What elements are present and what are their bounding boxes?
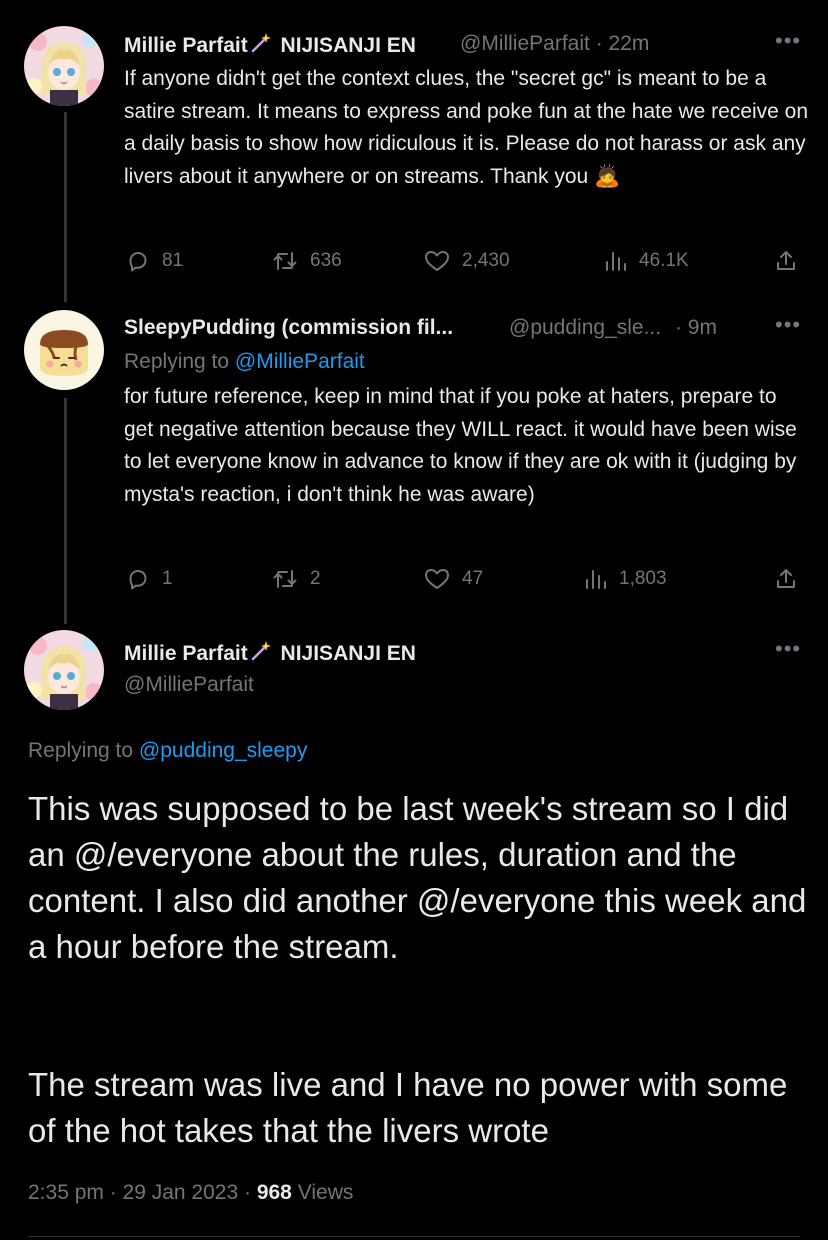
author-meta: @MillieParfait · 22m — [460, 32, 649, 56]
reply-target-link[interactable]: @pudding_sleepy — [139, 739, 307, 762]
avatar[interactable] — [24, 310, 104, 390]
reply-count: 81 — [162, 250, 184, 271]
views-count: 968 — [256, 1181, 292, 1204]
retweet-icon — [273, 570, 297, 588]
retweet-count: 2 — [310, 568, 321, 589]
tweet-text-paragraph: The stream was live and I have no power … — [28, 1066, 788, 1149]
avatar[interactable] — [24, 26, 104, 106]
author-display-name: Millie Parfait — [124, 642, 248, 665]
reply-target-link[interactable]: @MillieParfait — [235, 350, 365, 373]
views-icon — [606, 252, 626, 271]
views-button[interactable]: 1,803 — [583, 567, 667, 591]
tweet-text: If anyone didn't get the context clues, … — [124, 67, 809, 188]
more-icon[interactable]: ••• — [775, 636, 801, 662]
author-affiliation: NIJISANJI EN — [280, 642, 416, 665]
more-icon[interactable]: ••• — [775, 28, 801, 54]
tweet-time[interactable]: · 22m — [596, 32, 650, 55]
wand-icon — [250, 640, 272, 668]
author-affiliation: NIJISANJI EN — [280, 34, 416, 57]
reply-button[interactable]: 81 — [126, 249, 183, 273]
views-label: Views — [297, 1181, 354, 1204]
share-button[interactable] — [774, 249, 810, 273]
share-button[interactable] — [774, 567, 810, 591]
retweet-icon — [273, 252, 297, 270]
views-icon — [586, 570, 606, 589]
like-count: 47 — [462, 568, 484, 589]
author-name[interactable]: SleepyPudding (commission fil... — [124, 316, 453, 340]
avatar[interactable] — [24, 630, 104, 710]
like-count: 2,430 — [462, 250, 510, 271]
tweet-time[interactable]: · 9m — [675, 316, 717, 339]
like-button[interactable]: 47 — [424, 567, 483, 591]
thread-line — [64, 112, 67, 302]
reply-button[interactable]: 1 — [126, 567, 173, 591]
timestamp-date[interactable]: 2:35 pm · 29 Jan 2023 · — [28, 1181, 251, 1204]
view-count: 46.1K — [639, 250, 689, 271]
replying-label: Replying to — [28, 739, 134, 762]
wand-icon — [250, 32, 272, 60]
reply-count: 1 — [162, 568, 173, 589]
author-handle[interactable]: @MillieParfait — [124, 673, 254, 697]
author-name[interactable]: Millie Parfait NIJISANJI EN — [124, 32, 416, 60]
like-icon — [425, 569, 449, 589]
author-handle[interactable]: @MillieParfait — [460, 32, 590, 55]
author-display-name: Millie Parfait — [124, 34, 248, 57]
view-count: 1,803 — [619, 568, 667, 589]
replying-to: Replying to @pudding_sleepy — [28, 739, 307, 763]
like-button[interactable]: 2,430 — [424, 249, 510, 273]
tweet-timestamp: 2:35 pm · 29 Jan 2023 · 968 Views — [28, 1181, 353, 1205]
retweet-button[interactable]: 636 — [272, 249, 342, 273]
like-icon — [425, 251, 449, 271]
divider — [28, 1236, 800, 1237]
tweet-text-paragraph: This was supposed to be last week's stre… — [28, 790, 807, 965]
author-name[interactable]: Millie Parfait NIJISANJI EN — [124, 640, 416, 668]
retweet-count: 636 — [310, 250, 342, 271]
share-icon — [777, 569, 795, 588]
reply-icon — [129, 252, 147, 272]
replying-to: Replying to @MillieParfait — [124, 350, 365, 374]
reply-icon — [129, 570, 147, 590]
more-icon[interactable]: ••• — [775, 312, 801, 338]
share-icon — [777, 251, 795, 270]
author-meta: @pudding_sle... · 9m — [509, 316, 717, 340]
retweet-button[interactable]: 2 — [272, 567, 321, 591]
replying-label: Replying to — [124, 350, 230, 373]
views-button[interactable]: 46.1K — [603, 249, 689, 273]
thread-line — [64, 398, 67, 624]
author-handle[interactable]: @pudding_sle... — [509, 316, 661, 339]
tweet-text: for future reference, keep in mind that … — [124, 385, 797, 506]
